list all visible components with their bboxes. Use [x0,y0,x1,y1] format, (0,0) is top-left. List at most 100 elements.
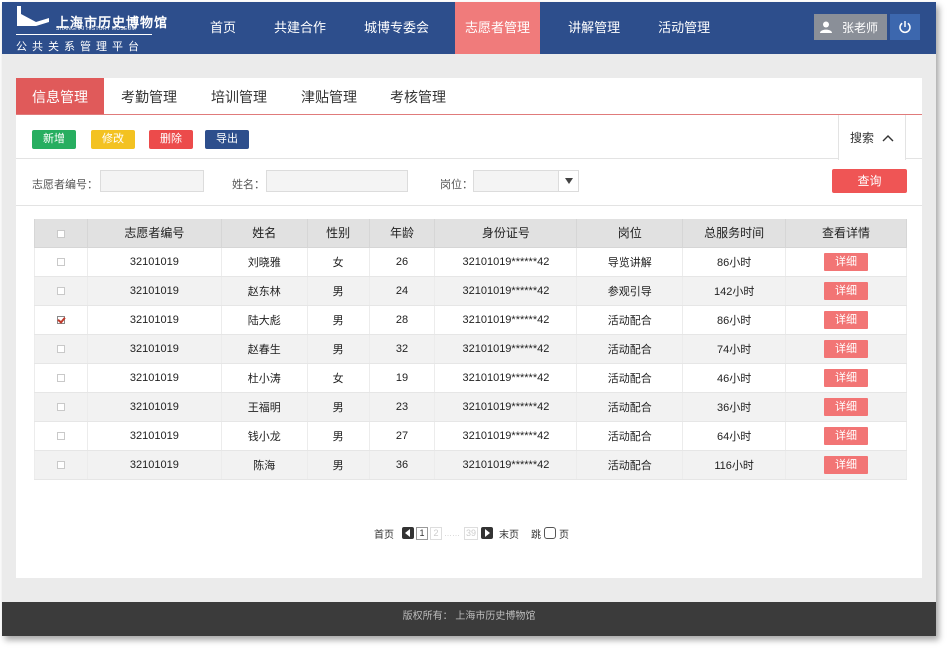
cell-select[interactable] [34,276,88,306]
page-footer: 版权所有： 上海市历史博物馆 [2,602,936,636]
query-button[interactable]: 查询 [832,169,907,193]
action-toolbar: 新增 修改 删除 导出 搜索 [16,115,922,160]
export-button[interactable]: 导出 [205,130,249,149]
detail-button[interactable]: 详细 [824,310,869,329]
cell-post: 活动配合 [576,334,684,364]
table-row[interactable]: 32101019 王福明男 23 32101019******42 活动配合 36小时 详细 [34,392,907,422]
cell-gender: 女 [306,247,370,277]
last-page-link[interactable]: 末页 [499,526,519,541]
cell-name: 陈海 [220,450,308,480]
cell-hours: 142小时 [682,276,787,306]
next-page-icon[interactable] [481,527,493,539]
delete-button[interactable]: 删除 [149,130,193,149]
table-row[interactable]: 32101019 钱小龙男 27 32101019******42 活动配合 64小时 详细 [34,421,907,451]
row-checkbox[interactable] [56,344,65,353]
nav-item-cooperation[interactable]: 共建合作 [262,2,338,54]
nav-item-activity[interactable]: 活动管理 [646,2,722,54]
col-header-idcard[interactable]: 身份证号 [434,219,578,248]
row-checkbox[interactable] [56,460,65,469]
detail-button[interactable]: 详细 [824,426,869,445]
page-ellipsis: …… [444,528,460,538]
logo-divider [16,34,152,35]
tab-info[interactable]: 信息管理 [16,78,104,114]
cell-select[interactable] [34,305,88,335]
cell-idcard: 32101019******42 [434,363,578,393]
detail-button[interactable]: 详细 [824,368,869,387]
tab-assessment[interactable]: 考核管理 [374,78,462,114]
add-button[interactable]: 新增 [32,130,76,149]
detail-button[interactable]: 详细 [824,455,869,474]
select-all-checkbox[interactable] [56,229,65,238]
row-checkbox[interactable] [56,315,65,324]
detail-button[interactable]: 详细 [824,339,869,358]
tab-training[interactable]: 培训管理 [194,78,284,114]
table-row[interactable]: 32101019 赵东林男 24 32101019******42 参观引导 142小时 详… [34,276,907,306]
col-header-gender[interactable]: 性别 [306,219,370,248]
nav-item-committee[interactable]: 城博专委会 [352,2,441,54]
cell-select[interactable] [34,392,88,422]
edit-button[interactable]: 修改 [91,130,135,149]
nav-item-guide[interactable]: 讲解管理 [556,2,632,54]
row-checkbox[interactable] [56,286,65,295]
cell-volunteer-id: 32101019 [86,392,222,422]
nav-item-volunteer[interactable]: 志愿者管理 [455,2,541,54]
row-checkbox[interactable] [56,257,65,266]
volunteer-table: 志愿者编号 姓名 性别 年龄 身份证号 岗位 总服务时间 查看详情 321010… [34,219,907,480]
post-select[interactable] [473,170,579,192]
cell-gender: 男 [306,392,370,422]
col-header-id[interactable]: 志愿者编号 [86,219,222,248]
first-page-link[interactable]: 首页 [374,526,394,541]
cell-select[interactable] [34,334,88,364]
table-row[interactable]: 32101019 陆大彪男 28 32101019******42 活动配合 86小时 详细 [34,305,907,335]
cell-detail: 详细 [785,392,907,422]
row-checkbox[interactable] [56,402,65,411]
table-body: 32101019 刘晓雅女 26 32101019******42 导览讲解 86小时 详细… [34,247,907,480]
col-header-age[interactable]: 年龄 [368,219,436,248]
cell-gender: 男 [306,305,370,335]
table-row[interactable]: 32101019 赵春生男 32 32101019******42 活动配合 74小时 详细 [34,334,907,364]
col-header-hours[interactable]: 总服务时间 [682,219,787,248]
dropdown-arrow-icon [558,171,578,191]
cell-detail: 详细 [785,363,907,393]
nav-item-home[interactable]: 首页 [198,2,248,54]
cell-age: 27 [368,421,436,451]
user-icon [820,21,832,33]
detail-button[interactable]: 详细 [824,397,869,416]
row-checkbox[interactable] [56,431,65,440]
volunteer-id-input[interactable] [100,170,204,192]
name-input[interactable] [266,170,408,192]
detail-button[interactable]: 详细 [824,252,869,271]
table-row[interactable]: 32101019 杜小涛女 19 32101019******42 活动配合 46小时 详细 [34,363,907,393]
logo-subtitle: SHANGHAI HISTORY MUSEUM [56,26,136,32]
table-row[interactable]: 32101019 刘晓雅女 26 32101019******42 导览讲解 86小时 详细 [34,247,907,277]
table-row[interactable]: 32101019 陈海男 36 32101019******42 活动配合 116小时 详细 [34,450,907,480]
page-last-number-link[interactable]: 39 [464,526,478,540]
row-checkbox[interactable] [56,373,65,382]
cell-gender: 男 [306,421,370,451]
museum-logo[interactable]: 上海市历史博物馆 SHANGHAI HISTORY MUSEUM 公共关系管理平… [14,4,167,54]
cell-detail: 详细 [785,305,907,335]
chevron-up-icon [882,134,894,141]
user-menu[interactable]: 张老师 [814,14,887,40]
cell-select[interactable] [34,421,88,451]
jump-page-input[interactable] [544,527,556,539]
cell-age: 23 [368,392,436,422]
prev-page-icon[interactable] [402,527,414,539]
logout-button[interactable] [890,14,920,40]
cell-idcard: 32101019******42 [434,334,578,364]
cell-select[interactable] [34,363,88,393]
select-all-cell[interactable] [34,219,88,248]
cell-select[interactable] [34,247,88,277]
page-1-link[interactable]: 1 [416,526,428,540]
cell-volunteer-id: 32101019 [86,421,222,451]
cell-select[interactable] [34,450,88,480]
museum-logo-icon [17,6,49,26]
cell-name: 王福明 [220,392,308,422]
detail-button[interactable]: 详细 [824,281,869,300]
tab-allowance[interactable]: 津贴管理 [284,78,374,114]
col-header-post[interactable]: 岗位 [576,219,684,248]
tab-attendance[interactable]: 考勤管理 [104,78,194,114]
search-toggle-button[interactable]: 搜索 [838,115,906,160]
col-header-name[interactable]: 姓名 [220,219,308,248]
page-2-link[interactable]: 2 [430,526,442,540]
